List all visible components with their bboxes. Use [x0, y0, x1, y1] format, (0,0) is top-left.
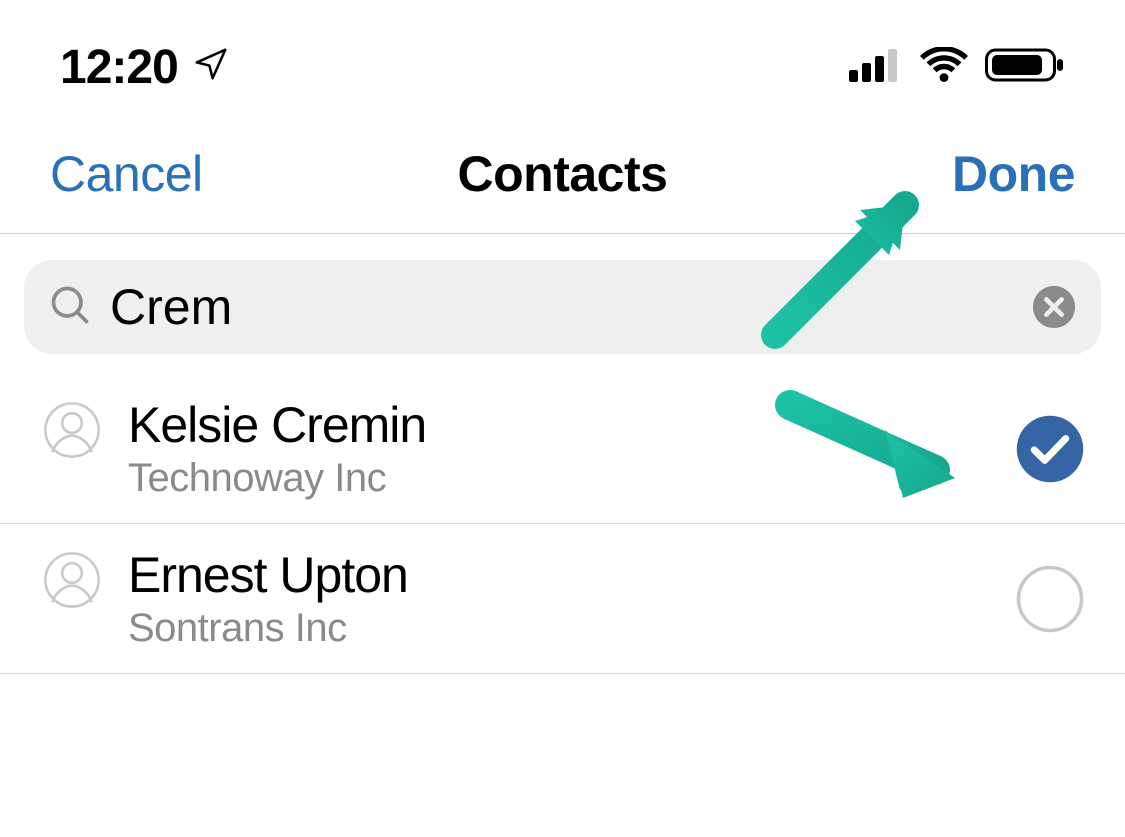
- status-time-area: 12:20: [60, 40, 230, 95]
- clock: 12:20: [60, 40, 178, 95]
- contact-company: Sontrans Inc: [128, 606, 1015, 651]
- clear-search-icon[interactable]: [1031, 284, 1077, 330]
- contact-row[interactable]: Kelsie Cremin Technoway Inc: [0, 374, 1125, 524]
- contact-name: Ernest Upton: [128, 546, 1015, 604]
- battery-icon: [985, 47, 1065, 88]
- wifi-icon: [919, 47, 969, 88]
- nav-bar: Cancel Contacts Done: [0, 115, 1125, 234]
- cellular-icon: [849, 48, 903, 87]
- status-indicators: [849, 47, 1065, 88]
- search-bar: [0, 234, 1125, 374]
- checkbox-selected[interactable]: [1015, 414, 1085, 484]
- search-input[interactable]: [92, 274, 1031, 340]
- contact-list: Kelsie Cremin Technoway Inc Ernest Upton…: [0, 374, 1125, 674]
- checkbox-unselected[interactable]: [1015, 564, 1085, 634]
- location-icon: [192, 40, 230, 95]
- avatar-icon: [44, 552, 100, 608]
- page-title: Contacts: [230, 145, 895, 203]
- status-bar: 12:20: [0, 0, 1125, 115]
- search-icon: [48, 283, 92, 332]
- avatar-icon: [44, 402, 100, 458]
- done-button[interactable]: Done: [895, 145, 1075, 203]
- contact-name: Kelsie Cremin: [128, 396, 1015, 454]
- contact-row[interactable]: Ernest Upton Sontrans Inc: [0, 524, 1125, 674]
- search-field[interactable]: [24, 260, 1101, 354]
- contact-company: Technoway Inc: [128, 456, 1015, 501]
- cancel-button[interactable]: Cancel: [50, 145, 230, 203]
